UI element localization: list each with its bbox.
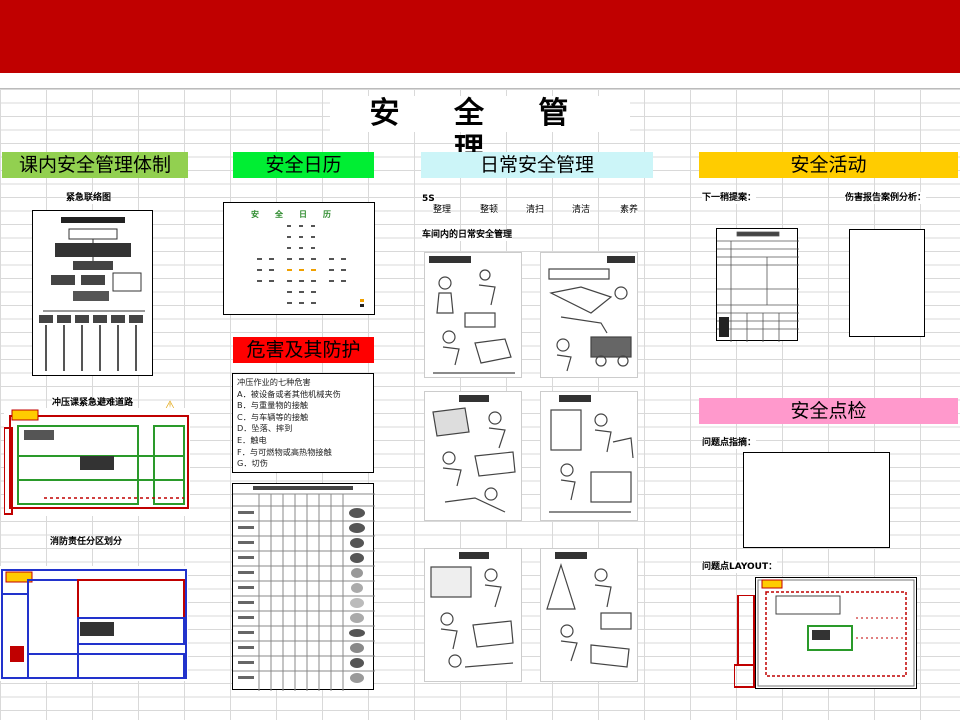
section-header-calendar: 安全日历 bbox=[233, 152, 374, 178]
hazard-item-e: E．触电 bbox=[237, 434, 267, 445]
section-header-inspection: 安全点检 bbox=[699, 398, 958, 424]
section-header-hazard: 危害及其防护 bbox=[233, 337, 374, 363]
hazard-item-a: A．被设备或者其他机械夹伤 bbox=[237, 388, 341, 399]
hazard-item-g: G．切伤 bbox=[237, 458, 268, 469]
section-header-activity: 安全活动 bbox=[699, 152, 958, 178]
problem-point-box bbox=[743, 452, 890, 548]
safety-illustration-1 bbox=[424, 252, 522, 378]
proposal-form bbox=[716, 228, 799, 342]
problem-layout-map bbox=[755, 577, 917, 689]
hazard-list-title: 冲压作业的七种危害 bbox=[237, 377, 311, 387]
contact-chart bbox=[32, 210, 153, 376]
fire-zone-map bbox=[0, 566, 188, 681]
hazard-item-c: C．与车辆等的接触 bbox=[237, 411, 309, 422]
contact-chart-diagram bbox=[39, 217, 145, 371]
fives-item-seiso: 清扫 bbox=[526, 205, 545, 216]
hazard-item-d: D．坠落、摔到 bbox=[237, 423, 293, 434]
page-title: 安 全 管 理 bbox=[330, 96, 630, 167]
injury-report-box bbox=[849, 229, 925, 337]
fives-item-shitsuke: 素养 bbox=[620, 205, 639, 216]
evacuation-route-map bbox=[4, 408, 190, 516]
hazard-item-b: B．与重量物的接触 bbox=[237, 400, 309, 411]
safety-calendar: 安全日历 bbox=[223, 202, 375, 315]
hazard-protection-table bbox=[232, 483, 375, 691]
problem-point-label: 问题点指摘： bbox=[702, 437, 757, 449]
fives-label: 5S bbox=[422, 193, 435, 205]
injury-report-label: 伤害报告案例分析： bbox=[845, 192, 927, 204]
safety-illustration-4 bbox=[540, 391, 638, 521]
header-bar bbox=[0, 0, 960, 73]
hazard-list: 冲压作业的七种危害 A．被设备或者其他机械夹伤 B．与重量物的接触 C．与车辆等… bbox=[232, 373, 374, 473]
section-header-system: 课内安全管理体制 bbox=[2, 152, 188, 178]
contact-chart-label: 紧急联络图 bbox=[66, 192, 112, 204]
safety-illustration-5 bbox=[424, 548, 522, 682]
section-header-daily: 日常安全管理 bbox=[421, 152, 653, 178]
hazard-item-f: F．与可燃物或高热物接触 bbox=[237, 446, 332, 457]
fives-item-seiri: 整理 bbox=[433, 205, 452, 216]
fives-item-seiton: 整顿 bbox=[480, 205, 499, 216]
fire-zone-label: 消防责任分区划分 bbox=[50, 536, 123, 548]
problem-layout-side bbox=[734, 595, 756, 689]
proposal-label: 下一稍提案： bbox=[702, 192, 757, 204]
safety-illustration-3 bbox=[424, 391, 522, 521]
calendar-heading: 安全日历 bbox=[251, 210, 347, 219]
safety-illustration-6 bbox=[540, 548, 638, 682]
workshop-label: 车间内的日常安全管理 bbox=[422, 229, 513, 241]
fives-item-seiketsu: 清洁 bbox=[572, 205, 591, 216]
safety-illustration-2 bbox=[540, 252, 638, 378]
problem-layout-label: 问题点LAYOUT： bbox=[702, 561, 778, 573]
